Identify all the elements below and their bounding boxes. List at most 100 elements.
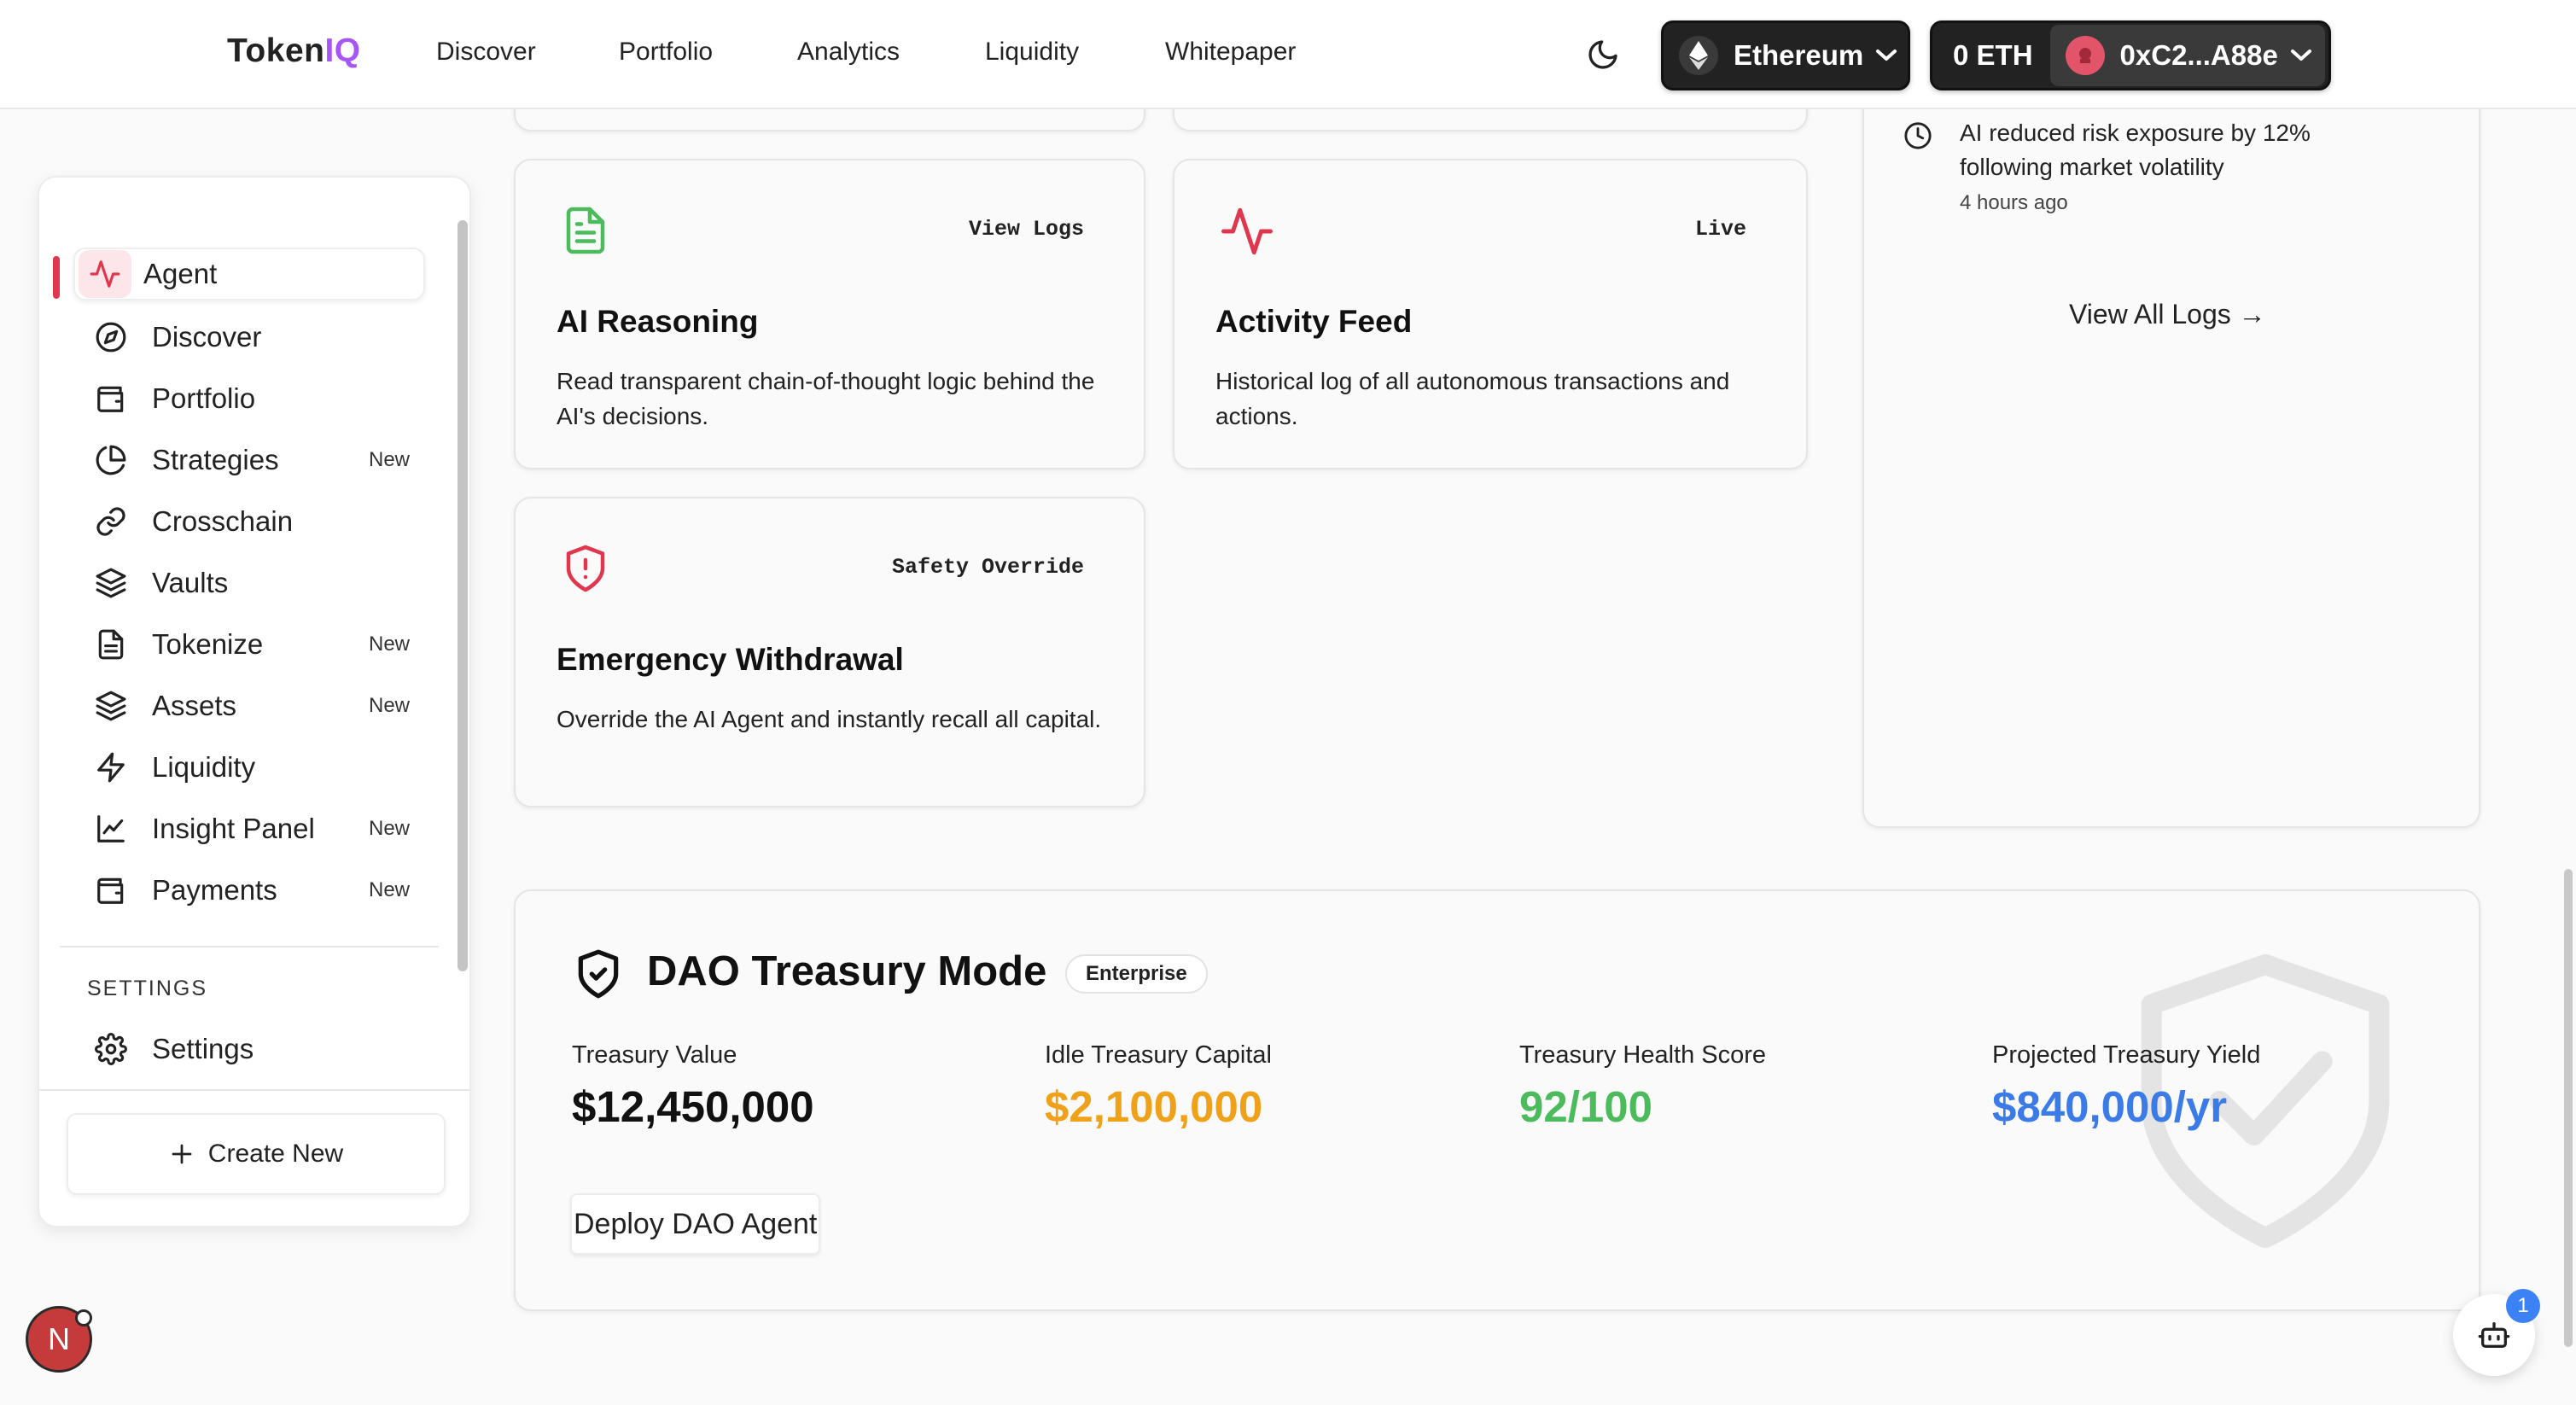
brand-logo[interactable]: TokenIQ: [227, 32, 361, 70]
activity-icon: [79, 250, 131, 298]
sidebar-item-label: Vaults: [152, 567, 229, 598]
metric-value: $12,450,000: [572, 1082, 814, 1131]
live-tag: Live: [1694, 217, 1746, 242]
sidebar-item-label: Insight Panel: [152, 813, 315, 844]
page-scrollbar[interactable]: [2564, 869, 2573, 1347]
bot-icon: [2478, 1322, 2510, 1348]
metric-label: Projected Treasury Yield: [1992, 1041, 2261, 1069]
top-navigation: TokenIQ Discover Portfolio Analytics Liq…: [0, 0, 2576, 109]
new-badge: New: [368, 694, 410, 717]
sidebar-item-insight-panel[interactable]: Insight Panel New: [73, 802, 425, 855]
sidebar-item-crosschain[interactable]: Crosschain: [73, 495, 425, 548]
log-entry-time: 4 hours ago: [1960, 191, 2068, 214]
new-badge: New: [368, 633, 410, 656]
sidebar-item-label: Payments: [152, 874, 277, 906]
ai-reasoning-card[interactable]: View Logs AI Reasoning Read transparent …: [514, 159, 1145, 469]
metric-label: Treasury Health Score: [1519, 1041, 1767, 1069]
metric-health-score: Treasury Health Score 92/100: [1519, 1041, 1766, 1132]
document-icon: [82, 619, 140, 670]
sidebar-item-liquidity[interactable]: Liquidity: [73, 741, 425, 794]
sidebar-item-label: Settings: [152, 1033, 254, 1064]
theme-toggle-moon-icon[interactable]: [1586, 38, 1620, 72]
activity-feed-card[interactable]: Live Activity Feed Historical log of all…: [1173, 159, 1808, 469]
metric-projected-yield: Projected Treasury Yield $840,000/yr: [1992, 1041, 2260, 1132]
sidebar-item-settings[interactable]: Settings: [73, 1023, 425, 1076]
layers-icon: [82, 557, 140, 609]
dao-title: DAO Treasury Mode: [647, 948, 1047, 994]
sidebar-item-label: Liquidity: [152, 751, 256, 783]
metric-value: $2,100,000: [1045, 1082, 1263, 1131]
sidebar-item-portfolio[interactable]: Portfolio: [73, 372, 425, 425]
create-new-label: Create New: [207, 1140, 344, 1168]
card-description: Historical log of all autonomous transac…: [1215, 368, 1730, 429]
sidebar-item-label: Tokenize: [152, 628, 264, 660]
metric-value: 92/100: [1519, 1082, 1652, 1131]
sidebar-item-label: Strategies: [152, 444, 279, 475]
brand-name-part2: IQ: [324, 32, 361, 69]
create-new-button[interactable]: Create New: [67, 1113, 446, 1195]
line-chart-icon: [82, 803, 140, 854]
compass-icon: [82, 312, 140, 363]
wallet-icon: [82, 373, 140, 424]
sidebar-item-label: Crosschain: [152, 505, 294, 537]
settings-heading: SETTINGS: [87, 977, 208, 1000]
status-dot: [75, 1309, 92, 1326]
shield-check-icon: [572, 946, 625, 1006]
view-all-logs-link[interactable]: View All Logs →: [2069, 299, 2266, 330]
new-badge: New: [368, 817, 410, 840]
activity-icon: [1219, 203, 1275, 264]
card-description: Read transparent chain-of-thought logic …: [557, 368, 1095, 429]
view-logs-link[interactable]: View Logs: [969, 217, 1084, 242]
sidebar-item-tokenize[interactable]: Tokenize New: [73, 618, 425, 671]
network-selector[interactable]: Ethereum: [1661, 20, 1910, 90]
card-title: Emergency Withdrawal: [557, 642, 904, 677]
metric-label: Idle Treasury Capital: [1045, 1041, 1272, 1069]
metric-idle-capital: Idle Treasury Capital $2,100,000: [1045, 1041, 1272, 1132]
deploy-dao-agent-button[interactable]: Deploy DAO Agent: [570, 1193, 821, 1255]
metric-value: $840,000/yr: [1992, 1082, 2228, 1131]
new-badge: New: [368, 878, 410, 901]
wallet-address-button[interactable]: 0xC2...A88e: [2049, 25, 2325, 86]
nav-link-analytics[interactable]: Analytics: [797, 38, 900, 67]
sidebar-item-strategies[interactable]: Strategies New: [73, 434, 425, 487]
active-indicator: [53, 256, 60, 299]
notification-badge: 1: [2506, 1289, 2540, 1323]
enterprise-badge: Enterprise: [1065, 954, 1208, 994]
sidebar-item-payments[interactable]: Payments New: [73, 864, 425, 917]
chevron-down-icon: [2290, 50, 2311, 61]
pie-chart-icon: [82, 434, 140, 486]
dao-treasury-card: DAO Treasury Mode Enterprise Treasury Va…: [514, 889, 2480, 1311]
sidebar-item-discover[interactable]: Discover: [73, 311, 425, 364]
new-badge: New: [368, 448, 410, 471]
sidebar-scrollbar[interactable]: [458, 220, 468, 971]
clock-icon: [1903, 121, 1932, 154]
card-title: Activity Feed: [1215, 304, 1413, 339]
wallet-button[interactable]: 0 ETH 0xC2...A88e: [1930, 20, 2331, 90]
sidebar-item-agent[interactable]: Agent: [73, 248, 425, 300]
nav-link-portfolio[interactable]: Portfolio: [619, 38, 713, 67]
link-icon: [82, 496, 140, 547]
wallet-address: 0xC2...A88e: [2119, 39, 2278, 71]
layers-icon: [82, 680, 140, 732]
wallet-icon: [82, 865, 140, 916]
wallet-avatar-icon: [2065, 36, 2105, 75]
nav-link-whitepaper[interactable]: Whitepaper: [1165, 38, 1296, 67]
sidebar-divider: [60, 946, 439, 947]
sidebar-item-label: Assets: [152, 690, 237, 721]
sidebar-item-label: Portfolio: [152, 382, 256, 414]
sidebar-item-assets[interactable]: Assets New: [73, 679, 425, 732]
lightning-icon: [82, 742, 140, 793]
nav-link-discover[interactable]: Discover: [436, 38, 536, 67]
log-entry-text: AI reduced risk exposure by 12% followin…: [1960, 120, 2311, 180]
metric-treasury-value: Treasury Value $12,450,000: [572, 1041, 814, 1132]
sidebar-item-vaults[interactable]: Vaults: [73, 557, 425, 609]
metric-label: Treasury Value: [572, 1041, 737, 1069]
safety-override-tag: Safety Override: [891, 555, 1084, 580]
network-label: Ethereum: [1734, 39, 1864, 71]
document-icon: [560, 203, 611, 262]
card-title: AI Reasoning: [557, 304, 759, 339]
card-description: Override the AI Agent and instantly reca…: [557, 706, 1102, 732]
emergency-withdrawal-card[interactable]: Safety Override Emergency Withdrawal Ove…: [514, 497, 1145, 807]
nav-link-liquidity[interactable]: Liquidity: [985, 38, 1079, 67]
chevron-down-icon: [1876, 50, 1897, 61]
